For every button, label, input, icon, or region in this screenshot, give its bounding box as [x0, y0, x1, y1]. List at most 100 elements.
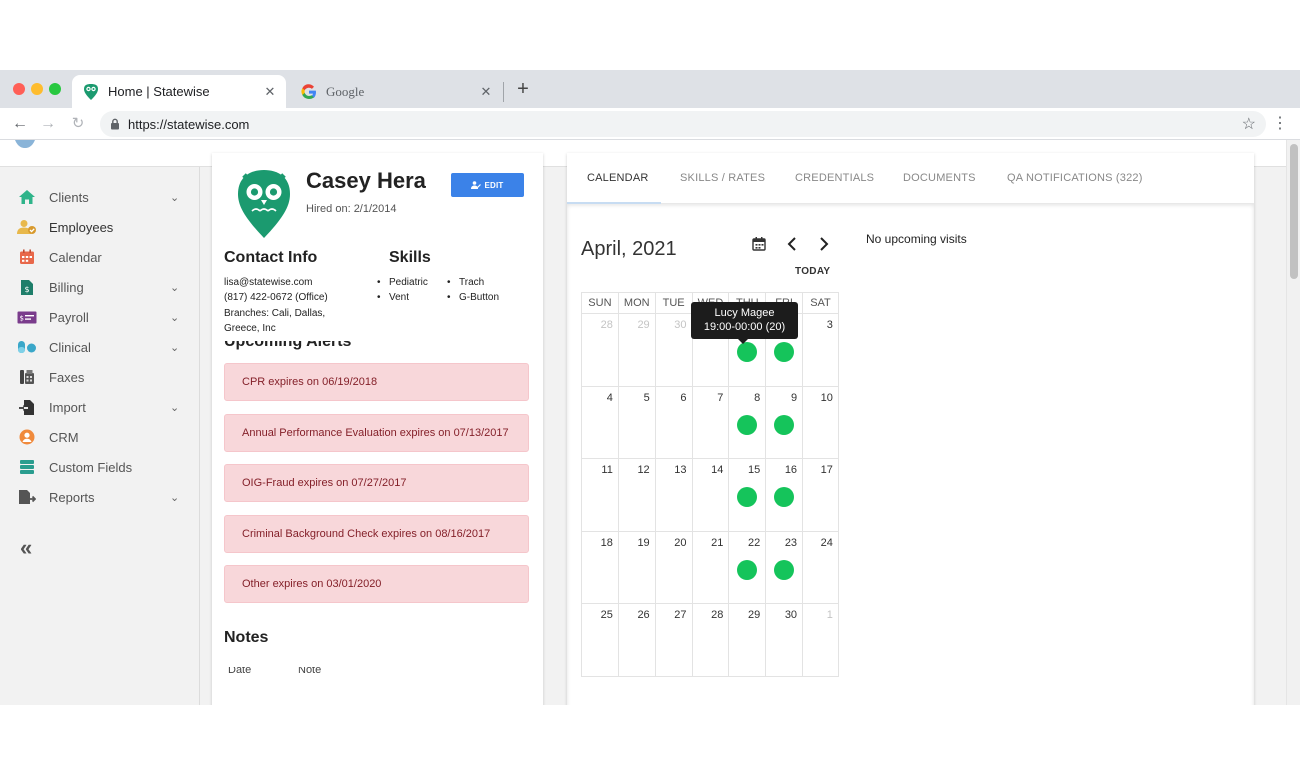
browser-toolbar: ← → ↻ https://statewise.com ☆ ⋮ [0, 108, 1300, 140]
calendar-day-cell[interactable]: 28 [691, 604, 729, 677]
visit-marker[interactable] [774, 414, 795, 435]
sidebar-item-custom-fields[interactable]: Custom Fields [0, 453, 200, 481]
calendar-day-cell[interactable]: 25 [581, 604, 618, 677]
visit-marker[interactable] [774, 342, 795, 362]
today-button[interactable]: TODAY [795, 266, 830, 277]
visit-marker[interactable] [774, 487, 795, 507]
minimize-window-button[interactable] [31, 83, 43, 95]
calendar-day-cell[interactable]: 24 [802, 531, 839, 604]
close-tab-icon[interactable]: ✕ [260, 84, 280, 100]
calendar-day-cell[interactable]: 3 [802, 314, 839, 387]
tab-qa-notifications[interactable]: QA NOTIFICATIONS (322) [1007, 172, 1143, 184]
scrollbar-thumb[interactable] [1290, 144, 1298, 279]
sidebar-item-calendar[interactable]: Calendar [0, 243, 200, 271]
tab-credentials[interactable]: CREDENTIALS [795, 172, 874, 184]
sidebar-item-crm[interactable]: CRM [0, 423, 200, 451]
google-favicon-icon [300, 83, 318, 101]
calendar-day-cell[interactable]: 19 [617, 531, 655, 604]
page-scrollbar[interactable] [1286, 140, 1300, 705]
notes-date-header[interactable]: Date [228, 667, 251, 675]
calendar-day-cell[interactable]: 7 [691, 386, 729, 459]
day-of-week-label: TUE [654, 292, 692, 314]
visit-marker[interactable] [737, 342, 758, 362]
reload-icon[interactable]: ↻ [68, 114, 88, 134]
sidebar-item-billing[interactable]: $ Billing ⌄ [0, 273, 200, 301]
calendar-day-cell[interactable]: 17 [802, 459, 839, 532]
calendar-day-cell[interactable]: 11 [581, 459, 618, 532]
visit-marker[interactable] [774, 559, 795, 580]
calendar-day-cell[interactable]: 13 [654, 459, 692, 532]
calendar-day-cell[interactable]: 29 [617, 314, 655, 387]
calendar-day-cell[interactable]: 18 [581, 531, 618, 604]
sidebar-item-label: Billing [49, 279, 84, 295]
calendar-day-cell[interactable]: 9 [765, 386, 803, 459]
day-of-week-label: MON [617, 292, 655, 314]
calendar-day-cell[interactable]: 16 [765, 459, 803, 532]
lock-icon [110, 117, 122, 131]
payroll-icon: $ [17, 307, 37, 327]
visit-marker[interactable] [737, 559, 758, 580]
browser-tab-google[interactable]: Google ✕ [290, 75, 502, 108]
chevron-right-icon[interactable] [814, 234, 834, 254]
calendar-day-cell[interactable]: 20 [654, 531, 692, 604]
chevron-left-icon[interactable] [782, 234, 802, 254]
calendar-day-cell[interactable]: 30 [765, 604, 803, 677]
browser-tab-statewise[interactable]: Home | Statewise ✕ [72, 75, 286, 108]
maximize-window-button[interactable] [49, 83, 61, 95]
calendar-day-cell[interactable]: 28 [581, 314, 618, 387]
calendar-day-cell[interactable]: 10 [802, 386, 839, 459]
calendar-day-cell[interactable]: 14 [691, 459, 729, 532]
tab-documents[interactable]: DOCUMENTS [903, 172, 976, 184]
collapse-sidebar-icon[interactable]: « [20, 537, 42, 559]
sidebar: Clients ⌄ Employees Calendar $ Billing ⌄… [0, 167, 200, 705]
calendar-week-row: 11 12 13 14 15 16 17 [581, 459, 839, 532]
calendar-day-number: 22 [747, 536, 761, 549]
address-bar[interactable]: https://statewise.com ☆ [100, 111, 1266, 137]
calendar-day-number: 10 [820, 391, 833, 404]
calendar-day-number: 15 [747, 464, 761, 476]
calendar-day-cell[interactable]: 22 [728, 531, 766, 604]
tab-skills-rates[interactable]: SKILLS / RATES [680, 172, 765, 184]
alert-item: OIG-Fraud expires on 07/27/2017 [224, 464, 529, 502]
tab-calendar[interactable]: CALENDAR [587, 172, 649, 184]
calendar-day-cell[interactable]: 8 [728, 386, 766, 459]
sidebar-item-import[interactable]: Import ⌄ [0, 393, 200, 421]
calendar-picker-icon[interactable] [749, 234, 769, 254]
calendar-day-number: 14 [711, 464, 724, 476]
calendar-day-cell[interactable]: 21 [691, 531, 729, 604]
database-icon [17, 457, 37, 477]
sidebar-item-faxes[interactable]: Faxes [0, 363, 200, 391]
calendar-day-number: 21 [711, 536, 724, 549]
calendar-day-cell[interactable]: 26 [617, 604, 655, 677]
close-window-button[interactable] [13, 83, 25, 95]
tooltip-caregiver-name: Lucy Magee [714, 307, 775, 319]
visit-marker[interactable] [737, 414, 758, 435]
calendar-day-cell[interactable]: 15 [728, 459, 766, 532]
calendar-day-cell[interactable]: 29 [728, 604, 766, 677]
calendar-day-cell[interactable]: 4 [581, 386, 618, 459]
bookmark-star-icon[interactable]: ☆ [1242, 114, 1256, 134]
sidebar-item-clinical[interactable]: Clinical ⌄ [0, 333, 200, 361]
notes-title: Notes [224, 629, 269, 646]
calendar-day-cell[interactable]: 1 [802, 604, 839, 677]
calendar-day-cell[interactable]: 5 [617, 386, 655, 459]
new-tab-icon[interactable]: + [512, 78, 534, 100]
sidebar-item-reports[interactable]: Reports ⌄ [0, 483, 200, 511]
notes-note-header[interactable]: Note [298, 667, 321, 675]
sidebar-item-payroll[interactable]: $ Payroll ⌄ [0, 303, 200, 331]
sidebar-item-clients[interactable]: Clients ⌄ [0, 183, 200, 211]
calendar-week-row: 25 26 27 28 29 30 1 [581, 604, 839, 677]
browser-menu-icon[interactable]: ⋮ [1272, 114, 1288, 134]
contact-email[interactable]: lisa@statewise.com [224, 277, 313, 288]
close-tab-icon[interactable]: ✕ [476, 84, 496, 100]
calendar-day-cell[interactable]: 27 [654, 604, 692, 677]
calendar-day-cell[interactable]: 12 [617, 459, 655, 532]
sidebar-item-employees[interactable]: Employees [0, 213, 200, 241]
edit-button[interactable]: EDIT [451, 173, 524, 197]
calendar-day-cell[interactable]: 6 [654, 386, 692, 459]
forward-arrow-icon[interactable]: → [38, 114, 58, 134]
visit-marker[interactable] [737, 487, 758, 507]
calendar-day-cell[interactable]: 30 [654, 314, 692, 387]
calendar-day-cell[interactable]: 23 [765, 531, 803, 604]
back-arrow-icon[interactable]: ← [10, 114, 30, 134]
